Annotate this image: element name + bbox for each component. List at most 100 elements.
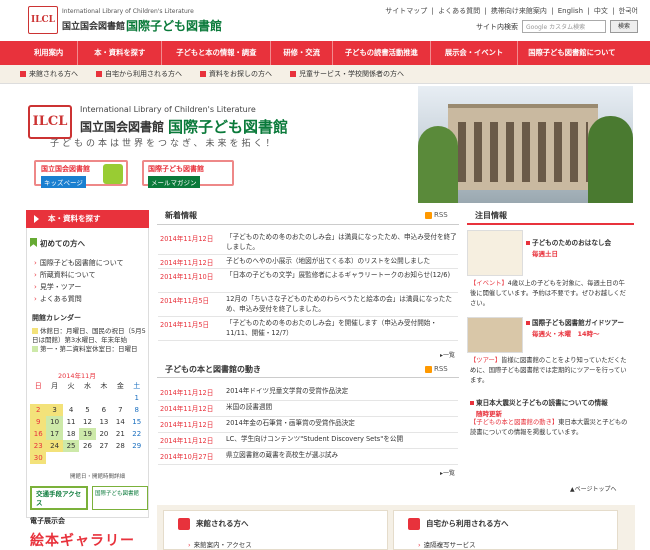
news-text[interactable]: 2014年ドイツ児童文学賞の受賞作品決定 <box>226 385 348 400</box>
banner-sublabel: キッズページ <box>41 176 86 188</box>
calendar-day: 2 <box>30 404 47 416</box>
calendar-day: 21 <box>115 430 125 438</box>
weekday: 日 <box>34 382 42 390</box>
digital-exhibition-banner[interactable]: 絵本ギャラリー <box>30 530 148 550</box>
nav-item-guide[interactable]: 利用案内 <box>0 41 79 65</box>
calendar-day: 12 <box>83 418 92 426</box>
calendar-detail-link[interactable]: 開館日・開館時間詳細 <box>70 472 125 480</box>
subnav-label: 自宅から利用される方へ <box>105 70 182 78</box>
page-top-link[interactable]: ▲ページトップへ <box>570 484 617 493</box>
news-more-link[interactable]: ▸一覧 <box>440 350 455 359</box>
attention-heading[interactable]: 子どものためのおはなし会 <box>526 237 611 247</box>
util-link-sitemap[interactable]: サイトマップ <box>385 7 427 15</box>
attention-heading[interactable]: 東日本大震災と子どもの読書についての情報 <box>470 397 635 407</box>
map-banner[interactable]: 国際子ども図書館 <box>92 486 148 510</box>
util-link-mobile[interactable]: 携帯向け来館案内 <box>491 7 547 15</box>
search-input[interactable]: Google カスタム検索 <box>522 20 606 33</box>
banner-label: 国立国会図書館 <box>41 165 90 173</box>
calendar-day <box>63 452 79 464</box>
calendar-day: 11 <box>66 418 76 426</box>
box-title[interactable]: 来館される方へ <box>196 518 249 529</box>
site-search: サイト内検索 Google カスタム検索 検索 <box>476 20 638 33</box>
building-icon <box>178 518 190 530</box>
copy-service-link[interactable]: 遠隔複写サービス <box>418 539 476 549</box>
weekday: 月 <box>51 382 59 390</box>
util-link-faq[interactable]: よくある質問 <box>438 7 480 15</box>
news-text[interactable]: 12月の「ちいさな子どものためのわらべうたと絵本の会」は満員になったため、申込み… <box>226 293 458 316</box>
news-text[interactable]: LC、学生向けコンテンツ"Student Discovery Sets"を公開 <box>226 433 403 448</box>
news-text[interactable]: 米国の読書週間 <box>226 401 272 416</box>
calendar-day: 10 <box>46 416 63 428</box>
news-item[interactable]: 2014年10月27日 県立図書館の蔵書を高校生が選ぶ試み <box>158 449 458 465</box>
news-item[interactable]: 2014年11月12日 子どものへやの小展示（地図が出てくる本）のリストを公開しま… <box>158 255 458 269</box>
news-item[interactable]: 2014年11月12日 LC、学生向けコンテンツ"Student Discover… <box>158 433 458 449</box>
calendar-day: 29 <box>132 442 142 450</box>
news-item[interactable]: 2014年11月12日 米国の読書週間 <box>158 401 458 417</box>
news-date: 2014年11月5日 <box>160 321 210 329</box>
attention-underline <box>467 223 634 225</box>
holiday-swatch <box>32 328 38 334</box>
subnav-label: 児童サービス・学校関係者の方へ <box>299 70 404 78</box>
page-top-label: ページトップへ <box>574 486 617 493</box>
mail-magazine-banner[interactable]: 国際子ども図書館 メールマガジン <box>142 160 234 188</box>
util-link-english[interactable]: English <box>558 7 583 15</box>
trends-more-link[interactable]: ▸一覧 <box>440 468 455 477</box>
mascot-icon <box>103 164 123 184</box>
nav-item-search-materials[interactable]: 本・資料を探す <box>78 41 163 65</box>
sidebar-heading[interactable]: 本・資料を探す <box>26 210 149 228</box>
nav-item-info-research[interactable]: 子どもと本の情報・調査 <box>162 41 272 65</box>
news-text[interactable]: 「子どものための冬のおたのしみ会」は満員になったため、申込み受付を終了しました。 <box>226 231 458 254</box>
calendar-title: 開館カレンダー <box>32 314 81 322</box>
box-title[interactable]: 自宅から利用される方へ <box>426 518 509 529</box>
news-text[interactable]: 「子どものための冬のおたのしみ会」を開催します（申込み受付開始・11/11、開催… <box>226 317 458 340</box>
news-item[interactable]: 2014年11月5日 12月の「ちいさな子どものためのわらべうたと絵本の会」は満員… <box>158 293 458 317</box>
divider: | <box>587 7 590 15</box>
subnav-researchers[interactable]: 資料をお探しの方へ <box>200 69 272 79</box>
arrow-icon <box>34 215 39 223</box>
util-link-chinese[interactable]: 中文 <box>594 7 608 15</box>
nav-item-exhibitions[interactable]: 展示会・イベント <box>431 41 519 65</box>
calendar-day: 16 <box>30 428 47 440</box>
attention-heading[interactable]: 国際子ども図書館ガイドツアー <box>526 317 624 327</box>
subnav-schools[interactable]: 児童サービス・学校関係者の方へ <box>290 69 404 79</box>
news-date: 2014年11月5日 <box>160 297 210 305</box>
nav-item-training[interactable]: 研修・交流 <box>271 41 333 65</box>
subnav-remote[interactable]: 自宅から利用される方へ <box>96 69 182 79</box>
nav-item-about[interactable]: 国際子ども図書館について <box>518 41 625 65</box>
access-banner[interactable]: 交通手段アクセス <box>30 486 88 510</box>
news-text[interactable]: 2014年金の石筆賞・画筆賞の受賞作品決定 <box>226 417 355 432</box>
util-link-korean[interactable]: 한국어 <box>619 7 638 15</box>
storytime-image[interactable] <box>467 230 523 276</box>
news-item[interactable]: 2014年11月12日 「子どものための冬のおたのしみ会」は満員になったため、申込… <box>158 231 458 255</box>
calendar-day <box>129 452 145 464</box>
banner-sublabel: メールマガジン <box>148 176 200 188</box>
logo-ndl-text: 国立国会図書館 <box>62 22 126 32</box>
first-time-heading: 初めての方へ <box>40 239 85 248</box>
visitors-box: 来館される方へ 来館案内・アクセス <box>163 510 388 550</box>
attention-tag: 【イベント】 <box>470 280 508 287</box>
subnav-visitors[interactable]: 来館される方へ <box>20 69 78 79</box>
news-text[interactable]: 「日本の子どもの文学」展監修者によるギャラリートークのお知らせ(12/6) <box>226 269 450 292</box>
site-logo[interactable]: ILCL International Library of Children's… <box>28 6 228 34</box>
news-item[interactable]: 2014年11月5日 「子どものための冬のおたのしみ会」を開催します（申込み受付開… <box>158 317 458 341</box>
kids-page-banner[interactable]: 国立国会図書館 キッズページ <box>34 160 128 188</box>
divider: | <box>484 7 487 15</box>
access-link[interactable]: 来館案内・アクセス <box>188 539 252 549</box>
news-rss-link[interactable]: RSS <box>425 211 448 219</box>
calendar-day: 22 <box>132 430 142 438</box>
sidebar-link-faq[interactable]: よくある質問 <box>34 294 82 304</box>
tour-image[interactable] <box>467 317 523 353</box>
news-text[interactable]: 子どものへやの小展示（地図が出てくる本）のリストを公開しました <box>226 255 430 268</box>
sidebar-link-tour[interactable]: 見学・ツアー <box>34 282 82 292</box>
calendar-day: 23 <box>30 440 47 452</box>
calendar-day: 20 <box>99 430 109 438</box>
news-item[interactable]: 2014年11月12日 2014年ドイツ児童文学賞の受賞作品決定 <box>158 385 458 401</box>
news-item[interactable]: 2014年11月10日 「日本の子どもの文学」展監修者によるギャラリートークのお知… <box>158 269 458 293</box>
sidebar-link-collection[interactable]: 所蔵資料について <box>34 270 96 280</box>
sidebar-link-about[interactable]: 国際子ども図書館について <box>34 258 124 268</box>
trends-rss-link[interactable]: RSS <box>425 365 448 373</box>
nav-item-reading-promotion[interactable]: 子どもの読書活動推進 <box>333 41 431 65</box>
news-text[interactable]: 県立図書館の蔵書を高校生が選ぶ試み <box>226 449 338 464</box>
search-button[interactable]: 検索 <box>610 20 638 33</box>
news-item[interactable]: 2014年11月12日 2014年金の石筆賞・画筆賞の受賞作品決定 <box>158 417 458 433</box>
